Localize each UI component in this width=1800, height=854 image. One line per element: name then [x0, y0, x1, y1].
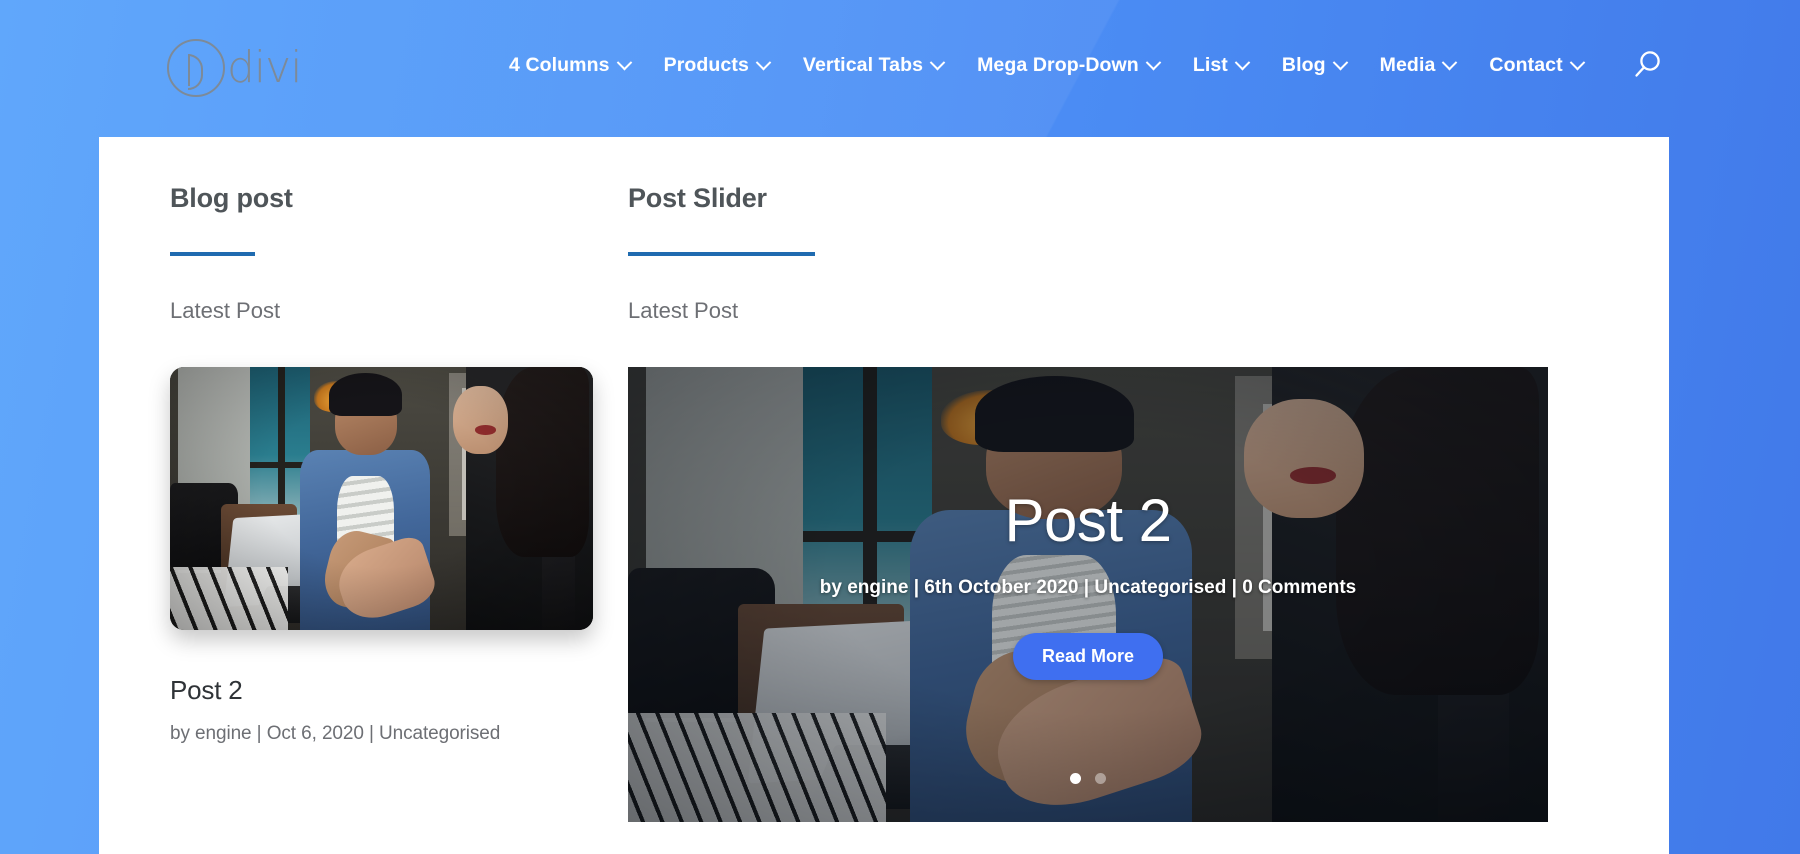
nav-item-blog[interactable]: Blog — [1265, 54, 1363, 77]
latest-post-label: Latest Post — [628, 298, 739, 324]
read-more-button[interactable]: Read More — [1012, 632, 1164, 680]
nav-item-label: Vertical Tabs — [802, 53, 924, 76]
title-underline — [170, 252, 255, 257]
slider-dot-2[interactable] — [1095, 773, 1106, 785]
slide-meta: by engine | 6th October 2020 | Uncategor… — [819, 576, 1357, 598]
site-header: divi 4 Columns Products Vertical Tabs Me… — [0, 0, 1800, 137]
nav-item-label: List — [1192, 53, 1228, 76]
nav-item-media[interactable]: Media — [1363, 54, 1473, 77]
blog-post-title[interactable]: Post 2 — [170, 675, 593, 706]
post-slider[interactable]: Post 2 by engine | 6th October 2020 | Un… — [628, 367, 1548, 823]
chevron-down-icon — [1332, 54, 1348, 70]
nav-item-vertical-tabs[interactable]: Vertical Tabs — [786, 54, 960, 77]
nav-item-label: Media — [1379, 53, 1436, 76]
site-logo[interactable]: divi — [167, 35, 302, 101]
nav-item-label: Products — [663, 53, 749, 76]
post-photo-image — [170, 367, 593, 631]
chevron-down-icon — [1569, 54, 1585, 70]
search-icon[interactable] — [1630, 48, 1664, 82]
nav-item-label: Blog — [1281, 53, 1326, 76]
logo-text: divi — [227, 42, 302, 93]
blog-post-card[interactable]: Post 2 by engine | Oct 6, 2020 | Uncateg… — [170, 367, 593, 745]
nav-item-label: Contact — [1489, 53, 1563, 76]
nav-item-4-columns[interactable]: 4 Columns — [492, 54, 647, 77]
nav-item-label: Mega Drop-Down — [977, 53, 1139, 76]
post-slider-module: Post Slider Latest Post Post 2 by engine… — [599, 182, 1599, 823]
chevron-down-icon — [1442, 54, 1458, 70]
chevron-down-icon — [1145, 54, 1162, 70]
divi-circle-d-logo-icon — [167, 39, 225, 97]
slide-content: Post 2 by engine | 6th October 2020 | Un… — [628, 367, 1548, 822]
blog-post-thumbnail[interactable] — [170, 367, 593, 631]
nav-item-products[interactable]: Products — [647, 54, 786, 77]
content-area: Blog post Latest Post Post 2 by engine |… — [99, 137, 1669, 854]
chevron-down-icon — [616, 54, 632, 70]
blog-post-module-title: Blog post — [170, 183, 293, 213]
slider-pagination — [628, 773, 1548, 785]
chevron-down-icon — [755, 54, 772, 70]
title-underline — [628, 252, 815, 257]
chevron-down-icon — [929, 54, 946, 70]
nav-item-contact[interactable]: Contact — [1472, 54, 1599, 77]
two-column-row: Blog post Latest Post Post 2 by engine |… — [99, 137, 1669, 823]
latest-post-label: Latest Post — [170, 298, 281, 324]
blog-post-module: Blog post Latest Post Post 2 by engine |… — [99, 182, 599, 822]
nav-item-mega-drop-down[interactable]: Mega Drop-Down — [960, 54, 1176, 77]
main-navigation: 4 Columns Products Vertical Tabs Mega Dr… — [492, 48, 1664, 82]
slide-title[interactable]: Post 2 — [1004, 487, 1172, 554]
chevron-down-icon — [1234, 54, 1251, 70]
slider-dot-1[interactable] — [1070, 773, 1081, 785]
nav-item-label: 4 Columns — [509, 53, 610, 76]
post-slider-module-title: Post Slider — [628, 183, 767, 213]
blog-post-meta: by engine | Oct 6, 2020 | Uncategorised — [170, 723, 501, 745]
nav-item-list[interactable]: List — [1176, 54, 1265, 77]
